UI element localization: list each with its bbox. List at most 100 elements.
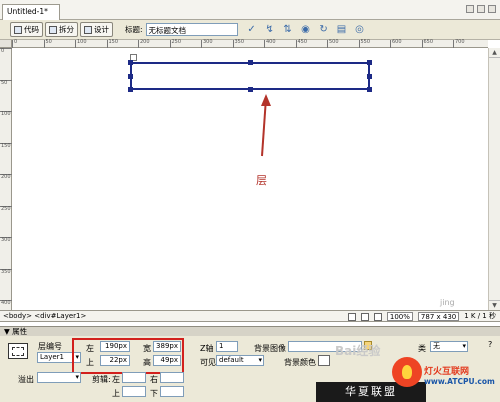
layer-id-label: 层编号 bbox=[38, 342, 62, 351]
resize-handle[interactable] bbox=[128, 74, 133, 79]
ruler-tick: 50 bbox=[0, 79, 12, 86]
zoom-tool-icon[interactable] bbox=[373, 312, 382, 321]
scroll-down-icon[interactable]: ▼ bbox=[489, 300, 500, 310]
scroll-up-icon[interactable]: ▲ bbox=[489, 48, 500, 58]
preview-icon[interactable]: ◉ bbox=[300, 24, 312, 36]
ruler-tick: 50 bbox=[43, 40, 52, 48]
visibility-select[interactable]: default bbox=[216, 355, 264, 366]
ruler-tick: 100 bbox=[0, 111, 12, 117]
title-label: 标题: bbox=[125, 25, 143, 34]
ruler-tick: 350 bbox=[0, 268, 12, 275]
layer-box[interactable] bbox=[128, 60, 372, 92]
resize-handle[interactable] bbox=[367, 74, 372, 79]
horizontal-ruler: 0 50 100 150 200 250 300 350 400 450 500 550 600 650 7… bbox=[12, 40, 488, 48]
resize-handle[interactable] bbox=[248, 60, 253, 65]
clip-top-label: 上 bbox=[112, 389, 120, 398]
ruler-tick: 650 bbox=[421, 40, 433, 48]
ruler-tick: 100 bbox=[75, 40, 87, 48]
file-management-icon[interactable]: ⇅ bbox=[282, 24, 294, 36]
title-input[interactable]: 无标题文档 bbox=[145, 23, 238, 36]
properties-title: 属性 bbox=[12, 327, 28, 336]
ruler-tick: 150 bbox=[106, 40, 118, 48]
highlight-rectangle bbox=[72, 338, 184, 374]
z-index-input[interactable]: 1 bbox=[216, 341, 238, 352]
design-view-button[interactable]: 设计 bbox=[80, 22, 113, 37]
ruler-tick: 250 bbox=[0, 205, 12, 212]
validate-icon[interactable]: ✓ bbox=[246, 24, 258, 36]
hand-tool-icon[interactable] bbox=[360, 312, 369, 321]
ruler-tick: 450 bbox=[295, 40, 307, 48]
class-value: 无 bbox=[433, 342, 440, 350]
clip-right-input[interactable] bbox=[160, 372, 184, 383]
resize-handle[interactable] bbox=[128, 60, 133, 65]
visual-aids-icon[interactable]: ◎ bbox=[354, 24, 366, 36]
bg-image-label: 背景图像 bbox=[254, 344, 286, 353]
ruler-tick: 0 bbox=[0, 48, 12, 54]
annotation-arrow bbox=[261, 94, 271, 157]
ruler-tick: 0 bbox=[12, 40, 17, 48]
status-bar: <body> <div#Layer1> 100% 787 x 430 1 K /… bbox=[0, 310, 500, 322]
minimize-icon[interactable] bbox=[466, 5, 474, 13]
restore-icon[interactable] bbox=[477, 5, 485, 13]
close-icon[interactable] bbox=[488, 5, 496, 13]
ruler-tick: 200 bbox=[138, 40, 150, 48]
vertical-scrollbar[interactable]: ▲ ▼ bbox=[488, 48, 500, 310]
overflow-select[interactable] bbox=[37, 372, 81, 383]
resize-handle[interactable] bbox=[367, 87, 372, 92]
refresh-icon[interactable]: ↻ bbox=[318, 24, 330, 36]
browser-check-icon[interactable]: ↯ bbox=[264, 24, 276, 36]
window-size-select[interactable]: 787 x 430 bbox=[417, 312, 460, 321]
window-controls bbox=[466, 5, 496, 15]
vertical-ruler: 0 50 100 150 200 250 300 350 400 bbox=[0, 48, 12, 310]
ruler-tick: 400 bbox=[0, 300, 12, 306]
code-view-icon bbox=[14, 25, 22, 34]
ruler-tick: 250 bbox=[169, 40, 181, 48]
resize-handle[interactable] bbox=[367, 60, 372, 65]
ruler-tick: 700 bbox=[453, 40, 465, 48]
z-index-label: Z轴 bbox=[200, 344, 214, 353]
properties-header[interactable]: ▼ 属性 bbox=[0, 326, 500, 336]
split-view-button[interactable]: 拆分 bbox=[45, 22, 78, 37]
document-toolbar: 代码 拆分 设计 标题: 无标题文档 ✓ ↯ ⇅ ◉ ↻ ▤ ◎ bbox=[0, 20, 500, 40]
visibility-value: default bbox=[219, 356, 244, 364]
toolbar-icons: ✓ ↯ ⇅ ◉ ↻ ▤ ◎ bbox=[246, 24, 366, 36]
document-tab[interactable]: Untitled-1* bbox=[2, 4, 60, 20]
ruler-tick: 150 bbox=[0, 142, 12, 149]
file-size-info: 1 K / 1 秒 bbox=[464, 312, 496, 320]
ruler-tick: 300 bbox=[201, 40, 213, 48]
ruler-tick: 600 bbox=[390, 40, 402, 48]
clip-bottom-label: 下 bbox=[150, 389, 158, 398]
split-view-icon bbox=[49, 25, 57, 34]
bg-color-label: 背景颜色 bbox=[284, 358, 316, 367]
clip-top-input[interactable] bbox=[122, 386, 146, 397]
tag-selector[interactable]: <body> <div#Layer1> bbox=[3, 311, 86, 322]
document-tab-bar: Untitled-1* bbox=[0, 0, 500, 20]
class-select[interactable]: 无 bbox=[430, 341, 468, 352]
ruler-tick: 350 bbox=[232, 40, 244, 48]
clip-left-input[interactable] bbox=[122, 372, 146, 383]
ruler-corner[interactable] bbox=[0, 40, 12, 48]
ruler-tick: 400 bbox=[264, 40, 276, 48]
ruler-tick: 500 bbox=[327, 40, 339, 48]
code-view-button[interactable]: 代码 bbox=[10, 22, 43, 37]
watermark-url: www.ATCPU.com bbox=[424, 377, 495, 386]
ruler-tick: 550 bbox=[358, 40, 370, 48]
clip-bottom-input[interactable] bbox=[160, 386, 184, 397]
layer-icon bbox=[8, 343, 28, 359]
ruler-tick: 300 bbox=[0, 237, 12, 243]
ruler-tick: 200 bbox=[0, 174, 12, 180]
watermark-logo-icon bbox=[392, 357, 422, 387]
class-label: 类 bbox=[418, 344, 426, 353]
view-options-icon[interactable]: ▤ bbox=[336, 24, 348, 36]
bg-color-swatch[interactable] bbox=[318, 355, 330, 366]
watermark-jing: jing bbox=[440, 298, 455, 307]
annotation-label: 层 bbox=[256, 174, 267, 187]
watermark-baidu: Bai经验 bbox=[335, 344, 381, 358]
help-icon[interactable]: ? bbox=[488, 340, 492, 349]
document-tab-title: Untitled-1* bbox=[7, 7, 48, 16]
zoom-select[interactable]: 100% bbox=[386, 312, 413, 321]
resize-handle[interactable] bbox=[128, 87, 133, 92]
select-tool-icon[interactable] bbox=[347, 312, 356, 321]
split-view-label: 拆分 bbox=[59, 25, 74, 34]
clip-left-label: 左 bbox=[112, 375, 120, 384]
